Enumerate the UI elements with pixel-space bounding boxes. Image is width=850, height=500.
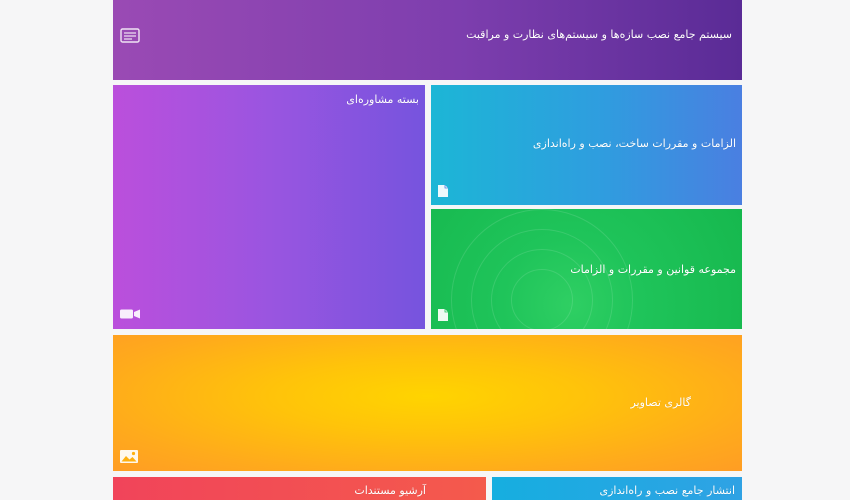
tile-document-archive-title: آرشیو مستندات [354,484,426,497]
document-icon [119,27,141,43]
tile-construction-requirements-title: الزامات و مقررات ساخت، نصب و راه‌اندازی [532,137,736,150]
tile-installation-publication-title: انتشار جامع نصب و راه‌اندازی [599,484,735,497]
tile-construction-requirements[interactable]: الزامات و مقررات ساخت، نصب و راه‌اندازی [431,85,742,205]
tile-header[interactable]: سیستم جامع نصب سازه‌ها و سیستم‌های نظارت… [113,0,742,80]
image-icon [118,448,140,464]
tile-document-archive[interactable]: آرشیو مستندات [113,477,486,500]
tile-consulting-package-title: بسته مشاوره‌ای [346,93,419,106]
video-icon [118,307,142,321]
tile-image-gallery-title: گالری تصاویر [630,396,691,409]
tile-header-title: سیستم جامع نصب سازه‌ها و سیستم‌های نظارت… [466,28,732,41]
tile-consulting-package[interactable]: بسته مشاوره‌ای [113,85,425,329]
tile-laws-regulations[interactable]: مجموعه قوانین و مقررات و الزامات [431,209,742,329]
doc-icon [436,183,450,199]
tile-installation-publication[interactable]: انتشار جامع نصب و راه‌اندازی [492,477,742,500]
tile-laws-regulations-title: مجموعه قوانین و مقررات و الزامات [570,263,736,276]
tile-image-gallery[interactable]: گالری تصاویر [113,335,742,471]
doc-icon [436,307,450,323]
dashboard-tiles: سیستم جامع نصب سازه‌ها و سیستم‌های نظارت… [0,0,850,500]
